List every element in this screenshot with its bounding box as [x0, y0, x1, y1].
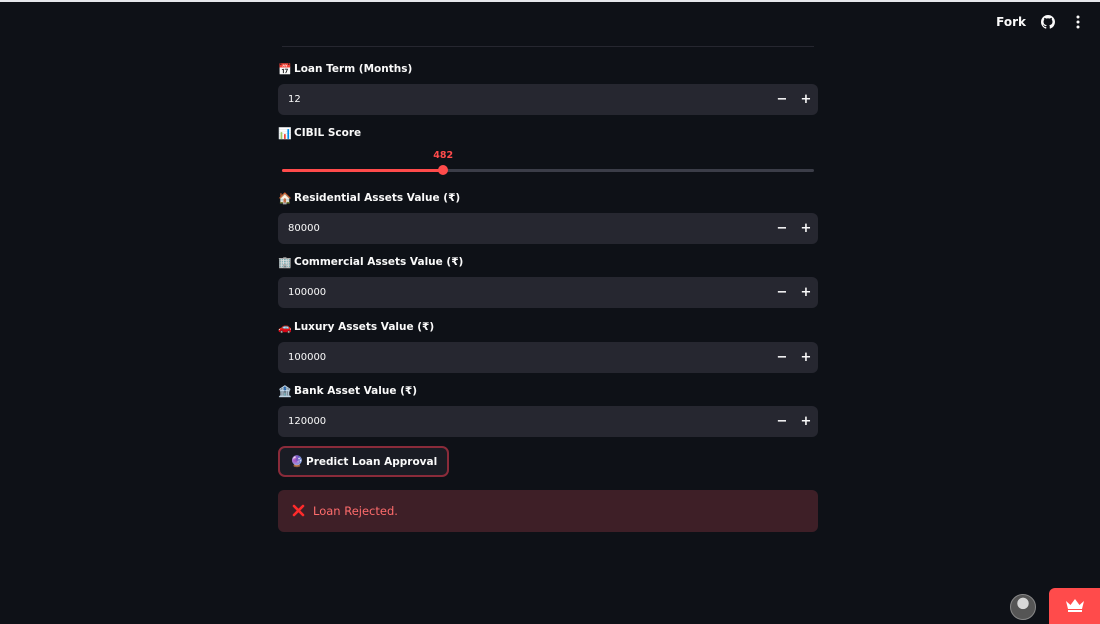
predict-button-label: Predict Loan Approval: [306, 455, 438, 468]
bank-assets-field: 🏦 Bank Asset Value (₹) 120000 − +: [278, 384, 818, 437]
bank-assets-value[interactable]: 120000: [278, 416, 770, 427]
slider-fill: [282, 169, 444, 172]
top-border: [0, 0, 1100, 2]
loan-term-field: 📅 Loan Term (Months) 12 − +: [278, 62, 818, 115]
commercial-increment-button[interactable]: +: [794, 277, 818, 308]
loan-term-increment-button[interactable]: +: [794, 84, 818, 115]
residential-assets-field: 🏠 Residential Assets Value (₹) 80000 − +: [278, 191, 818, 244]
bank-assets-label: 🏦 Bank Asset Value (₹): [278, 384, 818, 398]
car-icon: 🚗: [278, 320, 292, 334]
residential-assets-value[interactable]: 80000: [278, 223, 770, 234]
house-icon: 🏠: [278, 191, 292, 205]
bank-decrement-button[interactable]: −: [770, 406, 794, 437]
commercial-assets-label-text: Commercial Assets Value (₹): [294, 256, 464, 268]
residential-increment-button[interactable]: +: [794, 213, 818, 244]
commercial-decrement-button[interactable]: −: [770, 277, 794, 308]
cibil-slider[interactable]: 482: [278, 142, 818, 182]
luxury-increment-button[interactable]: +: [794, 342, 818, 373]
loan-term-input[interactable]: 12 − +: [278, 84, 818, 115]
residential-assets-label: 🏠 Residential Assets Value (₹): [278, 191, 818, 205]
cibil-label: 📊 CIBIL Score: [278, 126, 818, 140]
slider-value: 482: [433, 150, 454, 161]
crystal-ball-icon: 🔮: [290, 455, 304, 468]
luxury-assets-value[interactable]: 100000: [278, 352, 770, 363]
fork-button[interactable]: Fork: [996, 15, 1026, 29]
commercial-assets-label: 🏢 Commercial Assets Value (₹): [278, 255, 818, 269]
result-text: Loan Rejected.: [313, 504, 398, 518]
luxury-assets-label: 🚗 Luxury Assets Value (₹): [278, 320, 818, 334]
bar-chart-icon: 📊: [278, 126, 292, 140]
residential-assets-label-text: Residential Assets Value (₹): [294, 192, 461, 204]
commercial-assets-field: 🏢 Commercial Assets Value (₹) 100000 − +: [278, 255, 818, 308]
loan-term-decrement-button[interactable]: −: [770, 84, 794, 115]
bank-increment-button[interactable]: +: [794, 406, 818, 437]
slider-thumb[interactable]: [438, 165, 449, 175]
luxury-assets-label-text: Luxury Assets Value (₹): [294, 321, 435, 333]
luxury-assets-field: 🚗 Luxury Assets Value (₹) 100000 − +: [278, 320, 818, 373]
bank-assets-input[interactable]: 120000 − +: [278, 406, 818, 437]
bank-assets-label-text: Bank Asset Value (₹): [294, 385, 418, 397]
crown-icon: [1065, 597, 1085, 616]
luxury-decrement-button[interactable]: −: [770, 342, 794, 373]
calendar-icon: 📅: [278, 62, 292, 76]
office-building-icon: 🏢: [278, 255, 292, 269]
residential-decrement-button[interactable]: −: [770, 213, 794, 244]
cibil-field: 📊 CIBIL Score 482: [278, 126, 818, 182]
residential-assets-input[interactable]: 80000 − +: [278, 213, 818, 244]
bank-icon: 🏦: [278, 384, 292, 398]
loan-term-label-text: Loan Term (Months): [294, 63, 413, 75]
cross-mark-icon: [292, 502, 305, 521]
cibil-label-text: CIBIL Score: [294, 127, 362, 139]
crown-badge-button[interactable]: [1049, 588, 1100, 624]
luxury-assets-input[interactable]: 100000 − +: [278, 342, 818, 373]
section-divider: [282, 46, 814, 47]
result-alert: Loan Rejected.: [278, 490, 818, 532]
commercial-assets-value[interactable]: 100000: [278, 287, 770, 298]
header-actions: Fork: [996, 14, 1086, 30]
loan-term-label: 📅 Loan Term (Months): [278, 62, 818, 76]
github-icon[interactable]: [1040, 14, 1056, 30]
avatar[interactable]: [1010, 594, 1036, 620]
kebab-menu-icon[interactable]: [1070, 14, 1086, 30]
commercial-assets-input[interactable]: 100000 − +: [278, 277, 818, 308]
predict-loan-approval-button[interactable]: 🔮 Predict Loan Approval: [278, 446, 450, 477]
loan-term-value[interactable]: 12: [278, 94, 770, 105]
